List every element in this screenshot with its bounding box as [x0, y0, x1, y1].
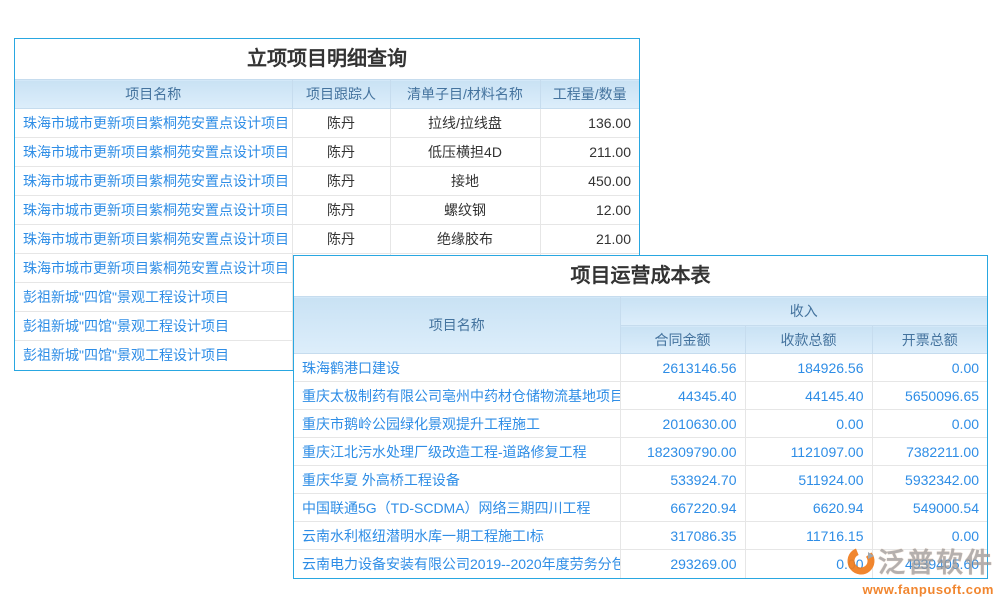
- project-name-link[interactable]: 珠海市城市更新项目紫桐苑安置点设计项目: [15, 167, 292, 196]
- watermark-url-text: www.fanpusoft.com: [846, 583, 994, 596]
- table-row: 重庆市鹅岭公园绿化景观提升工程施工 2010630.00 0.00 0.00: [294, 410, 987, 438]
- qty-cell: 21.00: [540, 225, 639, 254]
- project-name-link[interactable]: 珠海市城市更新项目紫桐苑安置点设计项目: [15, 196, 292, 225]
- material-cell: 低压横担4D: [390, 138, 540, 167]
- material-cell: 螺纹钢: [390, 196, 540, 225]
- project-name-link[interactable]: 珠海市城市更新项目紫桐苑安置点设计项目: [15, 254, 292, 283]
- tracker-cell: 陈丹: [292, 167, 390, 196]
- project-name-link[interactable]: 重庆市鹅岭公园绿化景观提升工程施工: [294, 410, 620, 438]
- contract-amount-cell: 667220.94: [620, 494, 745, 522]
- cost-table: 项目名称 收入 合同金额 收款总额 开票总额 珠海鹤港口建设 2613146.5…: [294, 296, 987, 578]
- tracker-cell: 陈丹: [292, 225, 390, 254]
- tracker-cell: 陈丹: [292, 138, 390, 167]
- query-table-title: 立项项目明细查询: [15, 39, 639, 79]
- qty-cell: 136.00: [540, 109, 639, 138]
- watermark: 泛普软件 www.fanpusoft.com: [846, 546, 994, 596]
- table-row: 珠海市城市更新项目紫桐苑安置点设计项目 陈丹 低压横担4D 211.00: [15, 138, 639, 167]
- table-row: 重庆江北污水处理厂级改造工程-道路修复工程 182309790.00 11210…: [294, 438, 987, 466]
- contract-amount-cell: 44345.40: [620, 382, 745, 410]
- project-name-link[interactable]: 云南水利枢纽潜明水库一期工程施工I标: [294, 522, 620, 550]
- contract-amount-cell: 293269.00: [620, 550, 745, 578]
- col-header-project-name: 项目名称: [15, 80, 292, 109]
- received-total-cell: 1121097.00: [745, 438, 872, 466]
- table-row: 重庆华夏 外高桥工程设备 533924.70 511924.00 5932342…: [294, 466, 987, 494]
- project-name-link[interactable]: 重庆太极制药有限公司亳州中药材仓储物流基地项目成品: [294, 382, 620, 410]
- table-row: 珠海市城市更新项目紫桐苑安置点设计项目 陈丹 螺纹钢 12.00: [15, 196, 639, 225]
- project-name-link[interactable]: 珠海市城市更新项目紫桐苑安置点设计项目: [15, 225, 292, 254]
- col-header-invoiced-total: 开票总额: [872, 326, 987, 354]
- project-name-link[interactable]: 珠海市城市更新项目紫桐苑安置点设计项目: [15, 109, 292, 138]
- cost-header-group-row: 项目名称 收入: [294, 297, 987, 326]
- project-name-link[interactable]: 云南电力设备安装有限公司2019--2020年度劳务分包合格: [294, 550, 620, 578]
- project-name-link[interactable]: 彭祖新城"四馆"景观工程设计项目: [15, 283, 292, 312]
- operation-cost-panel: 项目运营成本表 项目名称 收入 合同金额 收款总额 开票总额 珠海鹤港口建设 2…: [293, 255, 988, 579]
- col-header-qty: 工程量/数量: [540, 80, 639, 109]
- project-name-link[interactable]: 重庆江北污水处理厂级改造工程-道路修复工程: [294, 438, 620, 466]
- col-header-tracker: 项目跟踪人: [292, 80, 390, 109]
- table-row: 重庆太极制药有限公司亳州中药材仓储物流基地项目成品 44345.40 44145…: [294, 382, 987, 410]
- invoiced-total-cell: 549000.54: [872, 494, 987, 522]
- received-total-cell: 184926.56: [745, 354, 872, 382]
- received-total-cell: 44145.40: [745, 382, 872, 410]
- table-row: 珠海市城市更新项目紫桐苑安置点设计项目 陈丹 拉线/拉线盘 136.00: [15, 109, 639, 138]
- tracker-cell: 陈丹: [292, 196, 390, 225]
- project-name-link[interactable]: 中国联通5G（TD-SCDMA）网络三期四川工程: [294, 494, 620, 522]
- received-total-cell: 6620.94: [745, 494, 872, 522]
- invoiced-total-cell: 7382211.00: [872, 438, 987, 466]
- contract-amount-cell: 2613146.56: [620, 354, 745, 382]
- received-total-cell: 0.00: [745, 410, 872, 438]
- watermark-brand-text: 泛普软件: [878, 550, 994, 577]
- contract-amount-cell: 182309790.00: [620, 438, 745, 466]
- cost-table-title: 项目运营成本表: [294, 256, 987, 296]
- col-header-material: 清单子目/材料名称: [390, 80, 540, 109]
- contract-amount-cell: 533924.70: [620, 466, 745, 494]
- material-cell: 绝缘胶布: [390, 225, 540, 254]
- col-header-project-name: 项目名称: [294, 297, 620, 354]
- project-name-link[interactable]: 彭祖新城"四馆"景观工程设计项目: [15, 341, 292, 370]
- invoiced-total-cell: 5932342.00: [872, 466, 987, 494]
- col-header-received-total: 收款总额: [745, 326, 872, 354]
- invoiced-total-cell: 0.00: [872, 410, 987, 438]
- project-name-link[interactable]: 彭祖新城"四馆"景观工程设计项目: [15, 312, 292, 341]
- invoiced-total-cell: 0.00: [872, 354, 987, 382]
- qty-cell: 450.00: [540, 167, 639, 196]
- table-row: 珠海市城市更新项目紫桐苑安置点设计项目 陈丹 绝缘胶布 21.00: [15, 225, 639, 254]
- project-name-link[interactable]: 珠海市城市更新项目紫桐苑安置点设计项目: [15, 138, 292, 167]
- received-total-cell: 511924.00: [745, 466, 872, 494]
- table-row: 珠海鹤港口建设 2613146.56 184926.56 0.00: [294, 354, 987, 382]
- project-name-link[interactable]: 珠海鹤港口建设: [294, 354, 620, 382]
- qty-cell: 211.00: [540, 138, 639, 167]
- project-name-link[interactable]: 重庆华夏 外高桥工程设备: [294, 466, 620, 494]
- contract-amount-cell: 2010630.00: [620, 410, 745, 438]
- material-cell: 拉线/拉线盘: [390, 109, 540, 138]
- col-header-income-group: 收入: [620, 297, 987, 326]
- fanpu-logo-icon: [846, 546, 876, 580]
- material-cell: 接地: [390, 167, 540, 196]
- contract-amount-cell: 317086.35: [620, 522, 745, 550]
- col-header-contract-amount: 合同金额: [620, 326, 745, 354]
- qty-cell: 12.00: [540, 196, 639, 225]
- table-row: 中国联通5G（TD-SCDMA）网络三期四川工程 667220.94 6620.…: [294, 494, 987, 522]
- table-row: 珠海市城市更新项目紫桐苑安置点设计项目 陈丹 接地 450.00: [15, 167, 639, 196]
- tracker-cell: 陈丹: [292, 109, 390, 138]
- invoiced-total-cell: 5650096.65: [872, 382, 987, 410]
- query-header-row: 项目名称 项目跟踪人 清单子目/材料名称 工程量/数量: [15, 80, 639, 109]
